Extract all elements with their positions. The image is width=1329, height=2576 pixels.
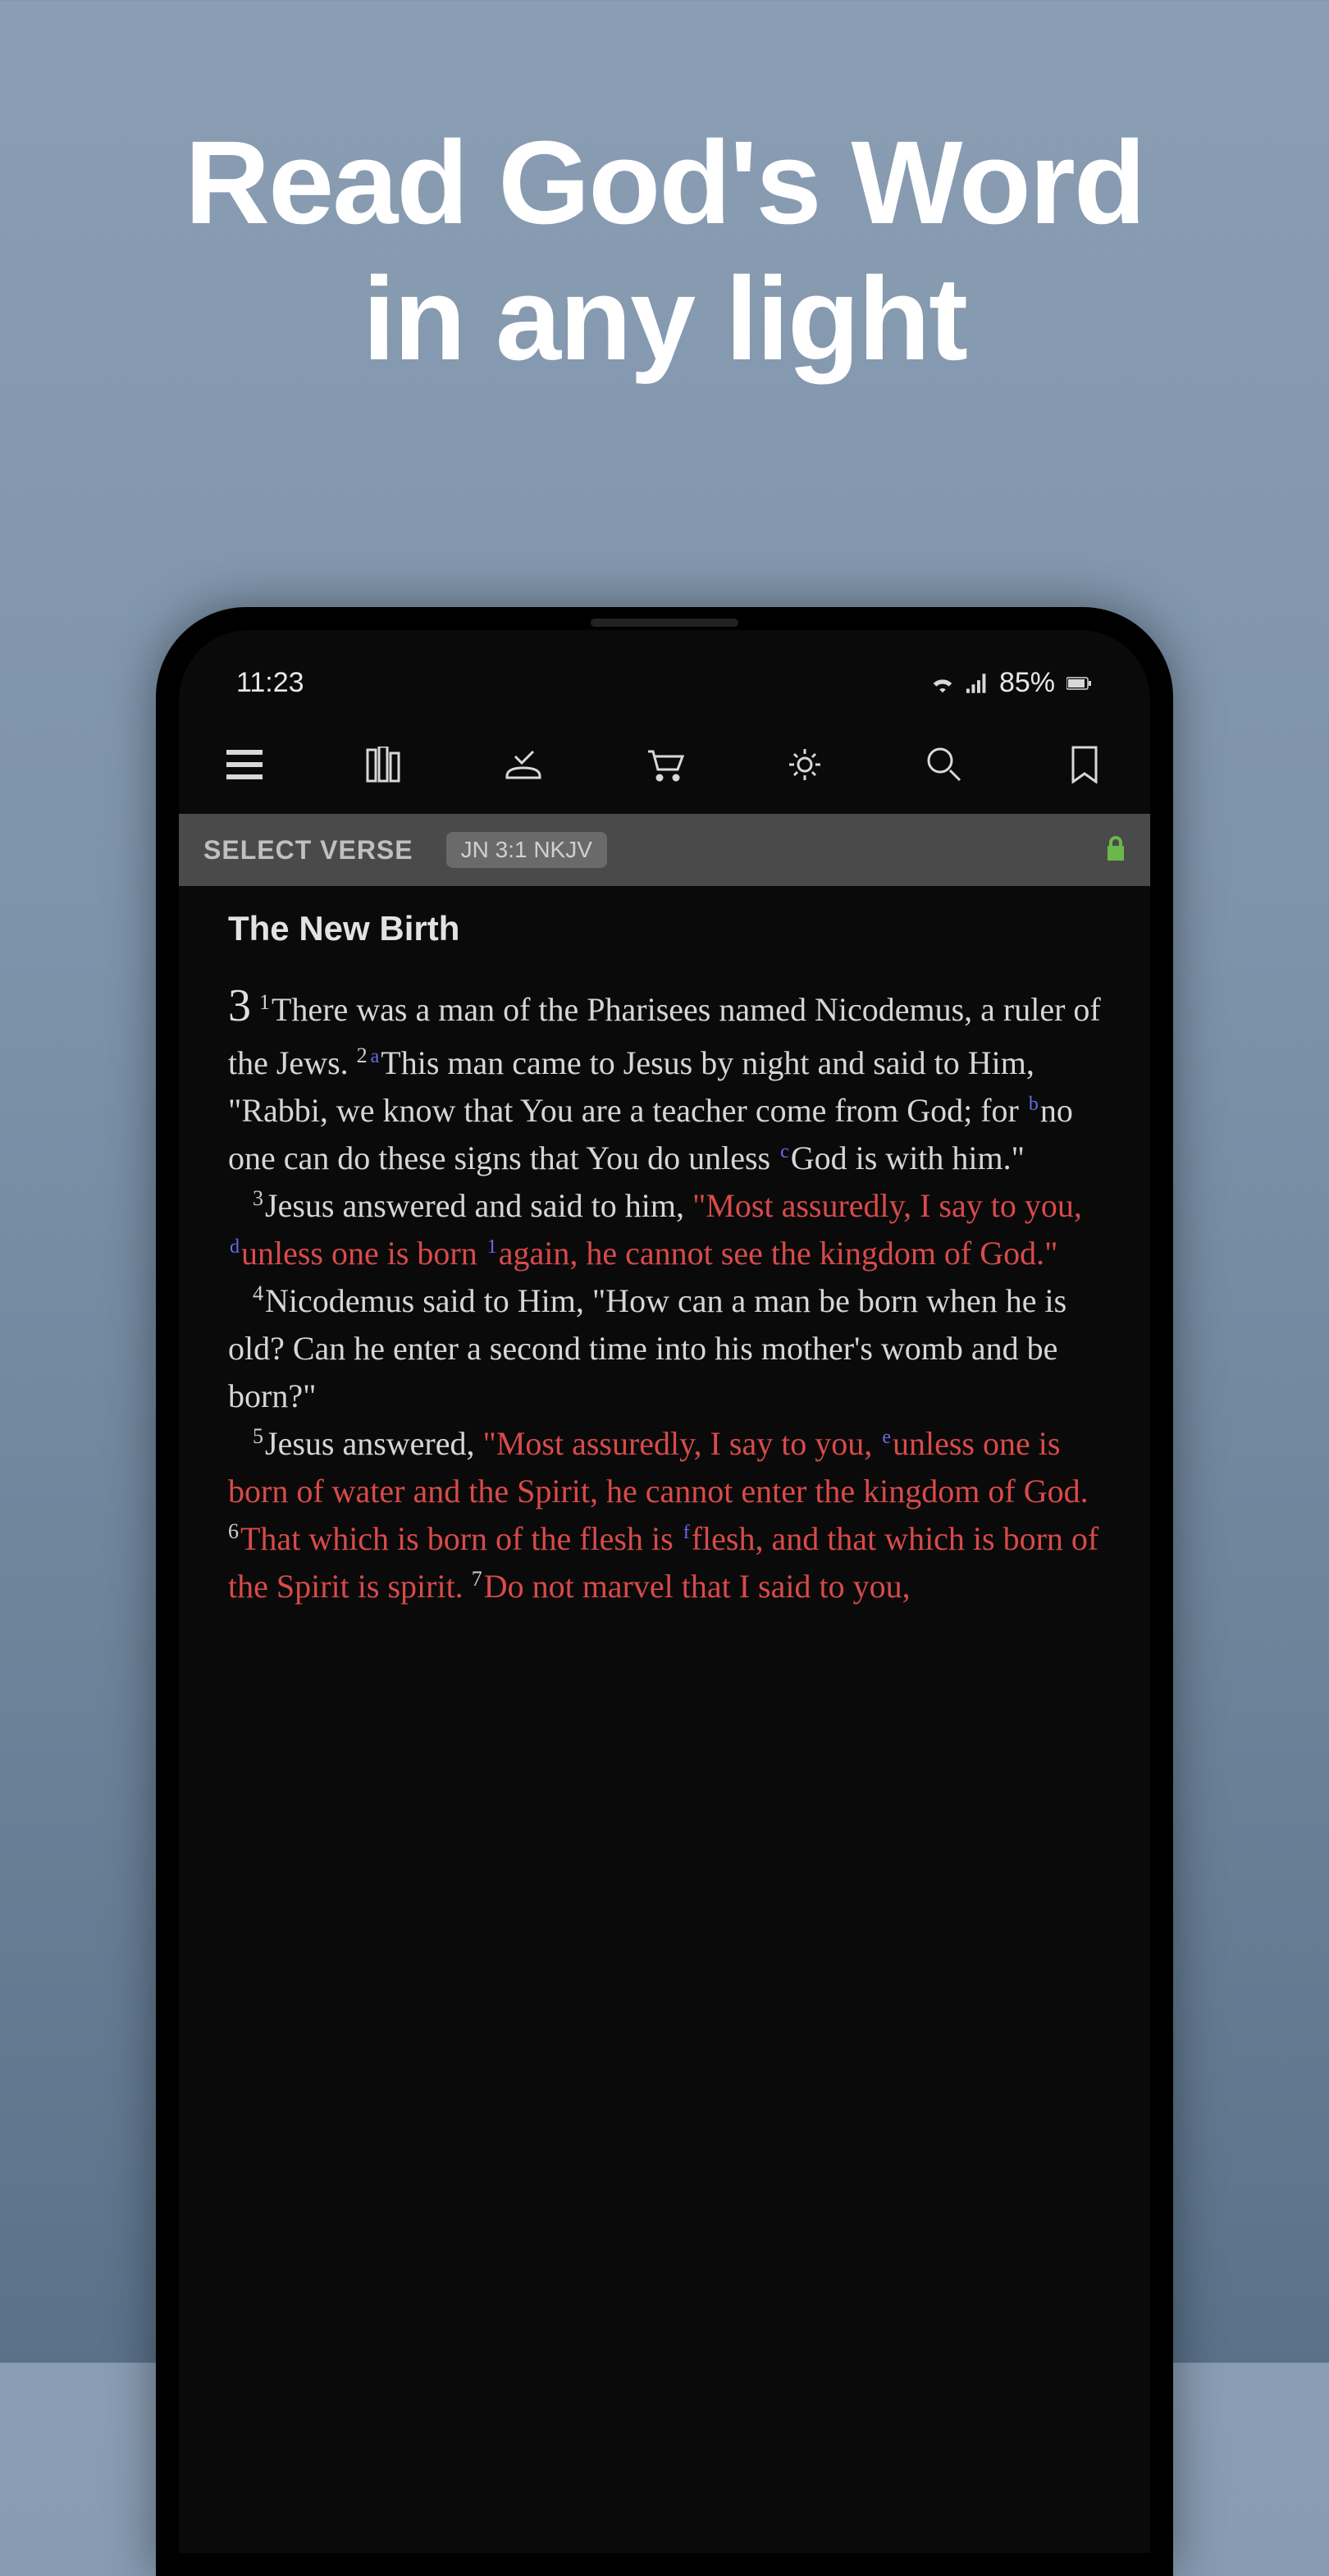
phone-frame: 11:23 85% <box>156 607 1173 2576</box>
cross-ref[interactable]: 1 <box>487 1236 497 1258</box>
status-time: 11:23 <box>236 667 304 699</box>
status-bar: 11:23 85% <box>179 630 1150 715</box>
verse-text: That which is born of the flesh is <box>240 1520 682 1557</box>
passage-text: 3 1There was a man of the Pharisees name… <box>228 973 1101 1610</box>
section-title: The New Birth <box>228 909 1101 948</box>
cart-icon[interactable] <box>640 740 689 789</box>
verse-text: Jesus answered and said to him, <box>265 1187 692 1224</box>
verse-text: unless one is born <box>241 1235 486 1272</box>
battery-icon <box>1066 675 1093 692</box>
verse-text: Nicodemus said to Him, "How can a man be… <box>228 1282 1066 1414</box>
verse-number[interactable]: 2 <box>357 1044 368 1067</box>
verse-text: again, he cannot see the kingdom of God.… <box>499 1235 1058 1272</box>
cross-ref[interactable]: d <box>230 1236 240 1258</box>
verse-number[interactable]: 6 <box>228 1519 239 1543</box>
verse-reference-chip[interactable]: JN 3:1 NKJV <box>446 832 607 868</box>
phone-speaker <box>591 619 738 627</box>
cross-ref[interactable]: c <box>780 1141 789 1162</box>
menu-icon[interactable] <box>220 740 269 789</box>
reading-pane[interactable]: The New Birth 3 1There was a man of the … <box>179 899 1150 1610</box>
verse-text: "Most assuredly, I say to you, <box>692 1187 1082 1224</box>
bookmark-icon[interactable] <box>1060 740 1109 789</box>
verse-number[interactable]: 7 <box>472 1567 482 1591</box>
headline-line1: Read God's Word <box>0 115 1329 251</box>
verse-text: God is with him." <box>791 1140 1025 1176</box>
verse-number[interactable]: 1 <box>259 990 270 1014</box>
chapter-number: 3 <box>228 980 251 1031</box>
verse-select-bar[interactable]: SELECT VERSE JN 3:1 NKJV <box>179 814 1150 886</box>
cross-ref[interactable]: b <box>1029 1094 1039 1115</box>
lock-icon[interactable] <box>1106 836 1126 865</box>
app-toolbar <box>179 715 1150 814</box>
verse-bar-label: SELECT VERSE <box>203 835 413 866</box>
verse-text: Do not marvel that I said to you, <box>484 1568 911 1605</box>
verse-number[interactable]: 3 <box>253 1186 263 1210</box>
notes-icon[interactable] <box>500 740 549 789</box>
cross-ref[interactable]: e <box>882 1427 891 1448</box>
status-right: 85% <box>930 667 1093 699</box>
verse-number[interactable]: 5 <box>253 1424 263 1448</box>
signal-icon <box>966 674 988 693</box>
battery-percent: 85% <box>999 667 1055 699</box>
headline-line2: in any light <box>0 251 1329 387</box>
verse-text: "Most assuredly, I say to you, <box>483 1425 881 1462</box>
wifi-icon <box>930 674 955 693</box>
settings-icon[interactable] <box>780 740 829 789</box>
marketing-headline: Read God's Word in any light <box>0 0 1329 386</box>
verse-number[interactable]: 4 <box>253 1281 263 1305</box>
cross-ref[interactable]: a <box>371 1046 380 1067</box>
verse-text: Jesus answered, <box>265 1425 483 1462</box>
phone-screen: 11:23 85% <box>179 630 1150 2553</box>
cross-ref[interactable]: f <box>683 1522 690 1543</box>
search-icon[interactable] <box>920 740 969 789</box>
library-icon[interactable] <box>360 740 409 789</box>
